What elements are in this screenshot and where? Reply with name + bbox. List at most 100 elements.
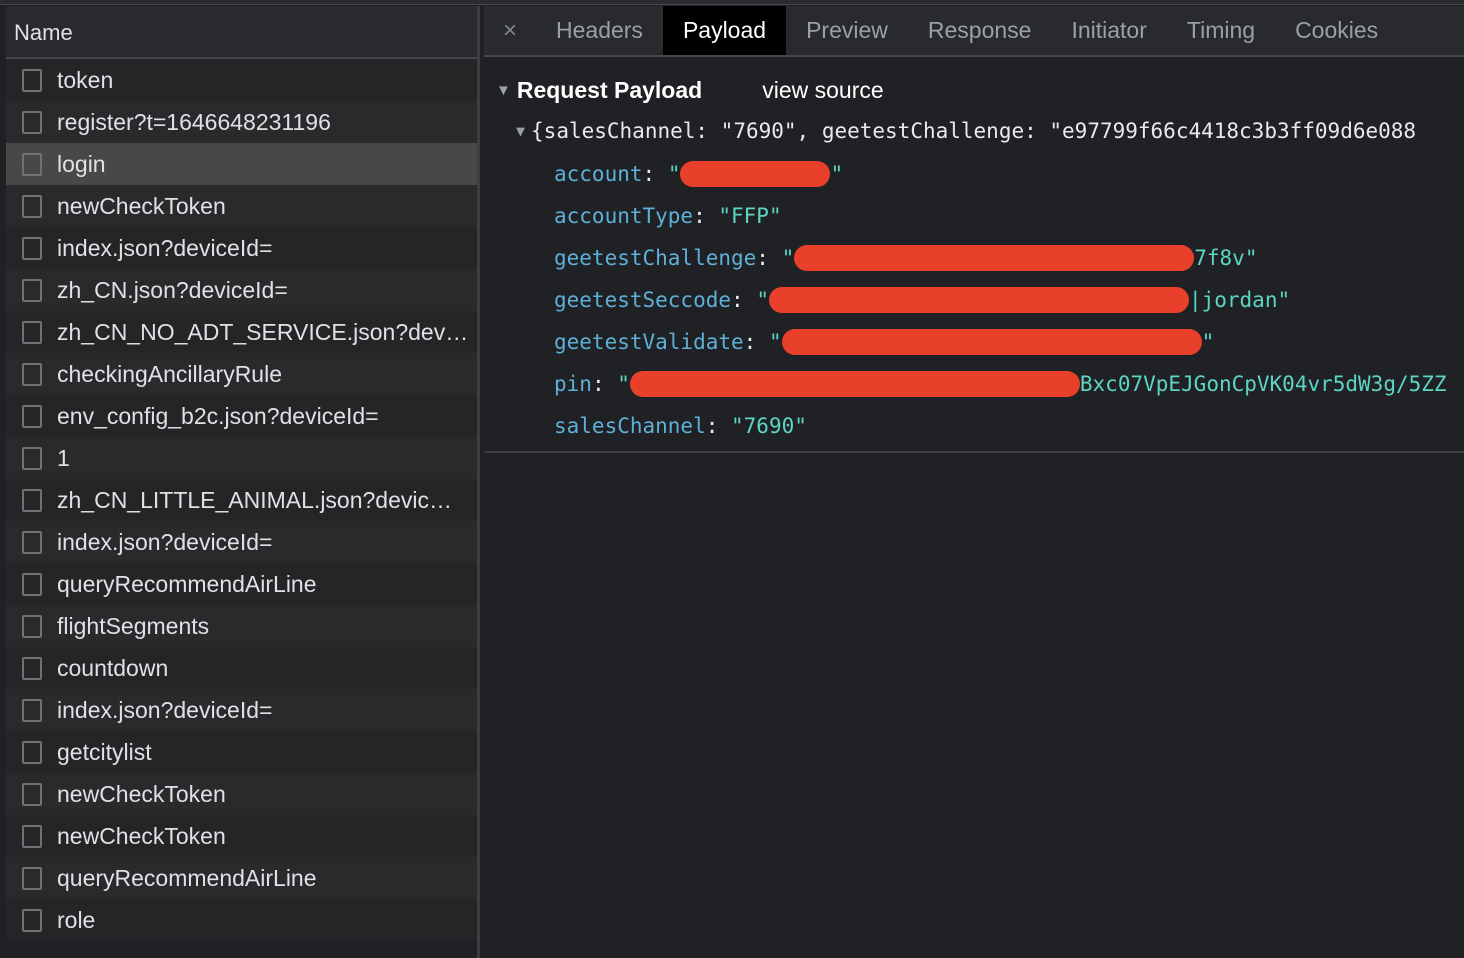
request-checkbox[interactable] [22, 656, 42, 680]
property-value-prefix: " [781, 246, 795, 270]
payload-property: geetestSeccode: " |jordan" [484, 279, 1464, 321]
request-name: zh_CN_NO_ADT_SERVICE.json?dev… [57, 318, 469, 345]
request-checkbox[interactable] [22, 194, 42, 218]
request-row[interactable]: role [6, 899, 477, 941]
property-value-suffix: |jordan" [1188, 288, 1291, 312]
property-key: geetestValidate [554, 330, 744, 354]
property-key: salesChannel [554, 414, 706, 438]
request-checkbox[interactable] [22, 446, 42, 470]
request-row[interactable]: flightSegments [6, 605, 477, 647]
colon: : [743, 330, 769, 354]
details-tabs: × Headers Payload Preview Response Initiator… [484, 6, 1464, 57]
request-row[interactable]: login [6, 143, 477, 185]
request-checkbox[interactable] [22, 110, 42, 134]
request-name: role [57, 906, 96, 933]
request-row[interactable]: newCheckToken [6, 773, 477, 815]
request-checkbox[interactable] [22, 404, 42, 428]
property-key: geetestSeccode [554, 288, 732, 312]
request-row[interactable]: checkingAncillaryRule [6, 353, 477, 395]
view-source-link[interactable]: view source [762, 77, 883, 104]
request-row[interactable]: zh_CN.json?deviceId= [6, 269, 477, 311]
request-name: index.json?deviceId= [57, 696, 273, 723]
request-row[interactable]: token [6, 59, 477, 101]
redaction-mark [794, 245, 1195, 271]
request-row[interactable]: queryRecommendAirLine [6, 857, 477, 899]
property-value-suffix: " [1201, 330, 1215, 354]
request-checkbox[interactable] [22, 278, 42, 302]
payload-property: pin: " Bxc07VpEJGonCpVK04vr5dW3g/5ZZ [484, 363, 1464, 405]
request-checkbox[interactable] [22, 782, 42, 806]
request-row[interactable]: index.json?deviceId= [6, 689, 477, 731]
request-name: flightSegments [57, 612, 210, 639]
request-checkbox[interactable] [22, 68, 42, 92]
request-row[interactable]: zh_CN_LITTLE_ANIMAL.json?devic… [6, 479, 477, 521]
request-checkbox[interactable] [22, 236, 42, 260]
property-key: account [554, 162, 643, 186]
request-row[interactable]: index.json?deviceId= [6, 227, 477, 269]
request-name: token [57, 66, 114, 93]
request-checkbox[interactable] [22, 362, 42, 386]
tab-response[interactable]: Response [908, 6, 1052, 55]
request-name: queryRecommendAirLine [57, 864, 317, 891]
request-checkbox[interactable] [22, 572, 42, 596]
request-row[interactable]: queryRecommendAirLine [6, 563, 477, 605]
request-name: checkingAncillaryRule [57, 360, 282, 387]
request-row[interactable]: newCheckToken [6, 185, 477, 227]
request-checkbox[interactable] [22, 488, 42, 512]
property-value-suffix: 7f8v" [1194, 246, 1258, 270]
payload-property: salesChannel: "7690" [484, 405, 1464, 447]
request-checkbox[interactable] [22, 824, 42, 848]
request-checkbox[interactable] [22, 152, 42, 176]
request-checkbox[interactable] [22, 698, 42, 722]
request-checkbox[interactable] [22, 740, 42, 764]
request-payload-title: Request Payload [516, 76, 703, 103]
collapse-triangle-icon[interactable]: ▼ [496, 82, 511, 99]
request-checkbox[interactable] [22, 866, 42, 890]
request-name: index.json?deviceId= [57, 528, 273, 555]
property-value-prefix: "FFP" [718, 204, 782, 228]
close-icon[interactable]: × [484, 6, 536, 55]
tab-cookies[interactable]: Cookies [1275, 6, 1398, 55]
colon: : [705, 414, 732, 438]
request-row[interactable]: getcitylist [6, 731, 477, 773]
request-row[interactable]: countdown [6, 647, 477, 689]
request-name: zh_CN.json?deviceId= [57, 276, 288, 303]
property-key: accountType [554, 204, 694, 228]
request-row[interactable]: env_config_b2c.json?deviceId= [6, 395, 477, 437]
payload-property: account: " " [484, 153, 1464, 195]
property-value-suffix: " [830, 162, 844, 186]
property-value-prefix: " [617, 372, 630, 396]
tab-timing[interactable]: Timing [1167, 6, 1275, 55]
request-checkbox[interactable] [22, 530, 42, 554]
request-name: 1 [57, 444, 70, 471]
tab-payload[interactable]: Payload [662, 6, 787, 55]
request-list-panel: Name token register?t=1646648231196 login n… [6, 6, 480, 958]
redaction-mark [768, 287, 1189, 313]
request-name: login [57, 150, 106, 177]
payload-object-summary[interactable]: ▼ {salesChannel: "7690", geetestChalleng… [484, 109, 1464, 153]
colon: : [756, 246, 782, 270]
request-row[interactable]: index.json?deviceId= [6, 521, 477, 563]
property-value-suffix: Bxc07VpEJGonCpVK04vr5dW3g/5ZZ [1079, 372, 1447, 396]
request-checkbox[interactable] [22, 908, 42, 932]
request-row[interactable]: zh_CN_NO_ADT_SERVICE.json?dev… [6, 311, 477, 353]
colon: : [693, 204, 719, 228]
request-payload-header[interactable]: ▼ Request Payload view source [484, 71, 1464, 109]
colon: : [731, 288, 757, 312]
top-toolbar-edge [0, 0, 1464, 5]
request-name: newCheckToken [57, 780, 226, 807]
request-row[interactable]: 1 [6, 437, 477, 479]
request-checkbox[interactable] [22, 320, 42, 344]
request-row[interactable]: register?t=1646648231196 [6, 101, 477, 143]
tab-initiator[interactable]: Initiator [1051, 6, 1166, 55]
request-row[interactable]: newCheckToken [6, 815, 477, 857]
tab-preview[interactable]: Preview [786, 6, 908, 55]
payload-property: geetestChallenge: " 7f8v" [484, 237, 1464, 279]
expand-triangle-icon[interactable]: ▼ [516, 122, 525, 140]
name-column-header[interactable]: Name [6, 6, 477, 59]
request-list: token register?t=1646648231196 login newChe… [6, 59, 477, 941]
request-checkbox[interactable] [22, 614, 42, 638]
payload-property: geetestValidate: " " [484, 321, 1464, 363]
tab-headers[interactable]: Headers [536, 6, 663, 55]
redaction-mark [629, 371, 1080, 397]
